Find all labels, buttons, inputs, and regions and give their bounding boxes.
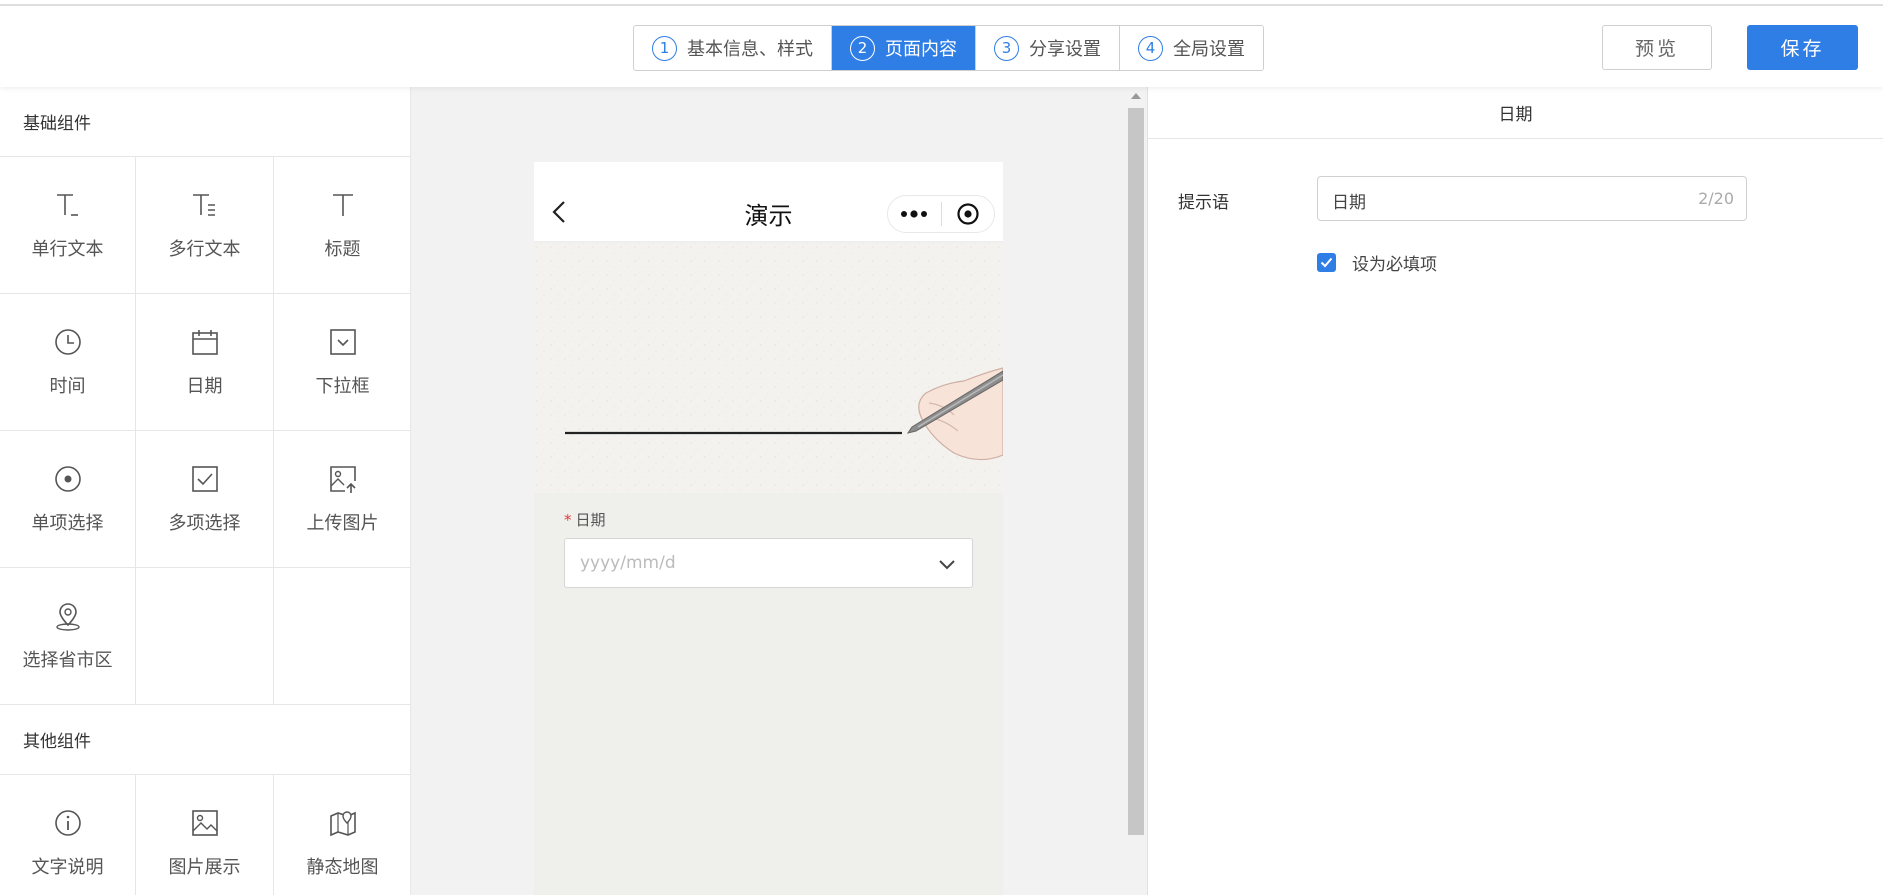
component-label: 下拉框 xyxy=(315,376,370,397)
clock-icon xyxy=(52,326,84,358)
date-placeholder: yyyy/mm/d xyxy=(580,553,676,573)
component-time[interactable]: 时间 xyxy=(0,294,136,431)
step-number: 1 xyxy=(652,35,677,61)
property-panel-title: 日期 xyxy=(1148,87,1883,139)
banner-image xyxy=(534,243,1003,493)
step-number: 2 xyxy=(850,35,875,61)
map-icon xyxy=(327,807,359,839)
component-multi-choice[interactable]: 多项选择 xyxy=(136,431,274,568)
component-label: 日期 xyxy=(186,376,223,397)
component-date[interactable]: 日期 xyxy=(136,294,274,431)
required-checkbox[interactable] xyxy=(1317,253,1336,272)
hint-input-value: 日期 xyxy=(1332,193,1366,213)
step-page-content[interactable]: 2 页面内容 xyxy=(832,26,976,70)
required-mark: * xyxy=(564,511,572,529)
component-dropdown[interactable]: 下拉框 xyxy=(274,294,410,431)
step-label: 基本信息、样式 xyxy=(687,39,813,60)
check-icon xyxy=(1320,257,1333,268)
phone-nav-bar: 演示 xyxy=(534,162,1003,242)
component-label: 多行文本 xyxy=(168,239,241,260)
save-button[interactable]: 保存 xyxy=(1747,25,1858,70)
step-basic-info[interactable]: 1 基本信息、样式 xyxy=(634,26,832,70)
empty-cell xyxy=(274,568,410,705)
date-field-label-text: 日期 xyxy=(575,511,606,529)
scroll-up-arrow-icon[interactable] xyxy=(1131,93,1141,99)
step-global-settings[interactable]: 4 全局设置 xyxy=(1120,26,1263,70)
property-panel: 日期 提示语 日期 2/20 设为必填项 xyxy=(1147,87,1883,895)
step-number: 4 xyxy=(1138,35,1163,61)
close-target-icon[interactable] xyxy=(942,196,995,232)
component-label: 时间 xyxy=(49,376,86,397)
component-label: 多项选择 xyxy=(168,513,241,534)
multi-line-text-icon xyxy=(189,189,221,221)
component-label: 选择省市区 xyxy=(22,650,113,671)
component-text-description[interactable]: 文字说明 xyxy=(0,775,136,895)
preview-button[interactable]: 预览 xyxy=(1602,25,1712,70)
radio-icon xyxy=(52,463,84,495)
hint-char-count: 2/20 xyxy=(1698,189,1734,208)
dropdown-icon xyxy=(327,326,359,358)
component-upload-image[interactable]: 上传图片 xyxy=(274,431,410,568)
component-label: 标题 xyxy=(324,239,361,260)
required-checkbox-label: 设为必填项 xyxy=(1352,255,1437,275)
step-label: 页面内容 xyxy=(885,39,957,60)
image-icon xyxy=(189,807,221,839)
title-icon xyxy=(327,189,359,221)
chevron-down-icon xyxy=(938,556,956,575)
component-single-choice[interactable]: 单项选择 xyxy=(0,431,136,568)
other-components-title: 其他组件 xyxy=(0,705,410,775)
component-static-map[interactable]: 静态地图 xyxy=(274,775,410,895)
basic-components-grid: 单行文本 多行文本 标题 时间 日期 下拉框 单项选择 多项选择 上传图片 选择… xyxy=(0,157,410,705)
component-label: 静态地图 xyxy=(306,857,379,878)
more-dots-icon[interactable] xyxy=(888,196,941,232)
hint-input[interactable]: 日期 2/20 xyxy=(1317,176,1747,221)
component-label: 单行文本 xyxy=(31,239,104,260)
top-header: 1 基本信息、样式 2 页面内容 3 分享设置 4 全局设置 预览 保存 xyxy=(0,6,1883,87)
step-tabs: 1 基本信息、样式 2 页面内容 3 分享设置 4 全局设置 xyxy=(633,25,1264,71)
checkbox-icon xyxy=(189,463,221,495)
component-label: 上传图片 xyxy=(306,513,379,534)
component-multi-line-text[interactable]: 多行文本 xyxy=(136,157,274,294)
step-number: 3 xyxy=(994,35,1019,61)
component-label: 文字说明 xyxy=(31,857,104,878)
component-single-line-text[interactable]: 单行文本 xyxy=(0,157,136,294)
required-toggle-row: 设为必填项 xyxy=(1317,250,1437,275)
component-title[interactable]: 标题 xyxy=(274,157,410,294)
date-field-label: * 日期 xyxy=(564,509,606,530)
step-label: 全局设置 xyxy=(1173,39,1245,60)
phone-preview: 演示 * 日期 yyyy/mm/d xyxy=(534,162,1003,895)
basic-components-title: 基础组件 xyxy=(0,87,410,157)
component-label: 单项选择 xyxy=(31,513,104,534)
empty-cell xyxy=(136,568,274,705)
date-picker-input[interactable]: yyyy/mm/d xyxy=(564,538,973,588)
component-label: 图片展示 xyxy=(168,857,241,878)
component-image-display[interactable]: 图片展示 xyxy=(136,775,274,895)
step-share-settings[interactable]: 3 分享设置 xyxy=(976,26,1120,70)
upload-image-icon xyxy=(327,463,359,495)
component-region-select[interactable]: 选择省市区 xyxy=(0,568,136,705)
other-components-grid: 文字说明 图片展示 静态地图 xyxy=(0,775,410,895)
single-line-text-icon xyxy=(52,189,84,221)
hint-label: 提示语 xyxy=(1178,193,1229,213)
canvas-scrollbar[interactable] xyxy=(1128,108,1144,835)
step-label: 分享设置 xyxy=(1029,39,1101,60)
component-palette: 基础组件 单行文本 多行文本 标题 时间 日期 下拉框 单项选择 多项选择 上传… xyxy=(0,87,411,895)
location-icon xyxy=(52,600,84,632)
calendar-icon xyxy=(189,326,221,358)
mini-program-capsule xyxy=(887,195,995,233)
info-icon xyxy=(52,807,84,839)
